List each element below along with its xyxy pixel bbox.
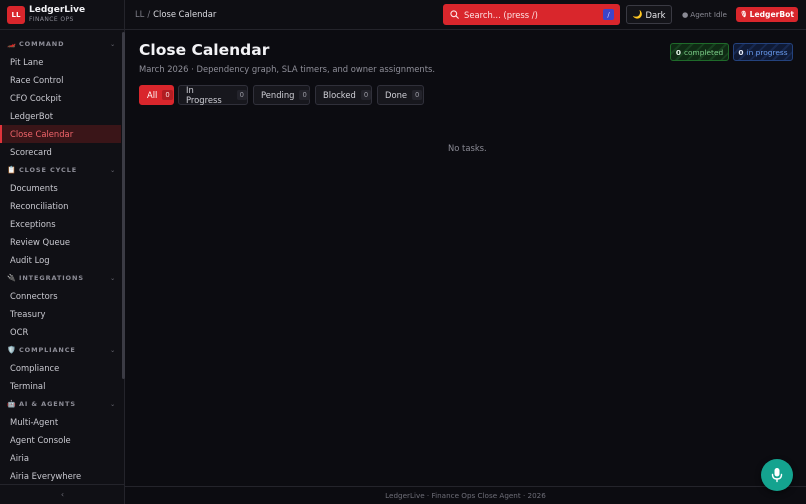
sidebar-item-documents[interactable]: Documents xyxy=(0,179,121,197)
sidebar-item-airia[interactable]: Airia xyxy=(0,449,121,467)
robot-icon: 🤖 xyxy=(7,400,17,408)
in-progress-badge: 0 in progress xyxy=(733,43,793,61)
sidebar-section-compliance[interactable]: 🛡️ COMPLIANCE ⌄ xyxy=(0,341,121,359)
ledgerbot-label: LedgerBot xyxy=(749,10,795,19)
chevron-down-icon: ⌄ xyxy=(110,346,116,354)
filter-tab-pending[interactable]: Pending 0 xyxy=(253,85,310,105)
footer: LedgerLive · Finance Ops Close Agent · 2… xyxy=(125,486,806,504)
sidebar-section-close-cycle[interactable]: 📋 CLOSE CYCLE ⌄ xyxy=(0,161,121,179)
sidebar-section-title: COMPLIANCE xyxy=(19,346,76,354)
sidebar-item-scorecard[interactable]: Scorecard xyxy=(0,143,121,161)
brand-logo: LL xyxy=(7,5,25,24)
page-title: Close Calendar xyxy=(139,41,270,59)
sidebar-section-title: AI & AGENTS xyxy=(19,400,76,408)
plug-icon: 🔌 xyxy=(7,274,17,282)
search-icon xyxy=(450,10,459,19)
brand-subtitle: FINANCE OPS xyxy=(29,16,74,23)
breadcrumb-root[interactable]: LL xyxy=(135,9,144,19)
sidebar: LL LedgerLive FINANCE OPS 🏎️ COMMAND ⌄ Pit … xyxy=(0,0,125,504)
chevron-down-icon: ⌄ xyxy=(110,166,116,174)
sidebar-item-connectors[interactable]: Connectors xyxy=(0,287,121,305)
search-shortcut-key: / xyxy=(603,9,614,20)
sidebar-item-race-control[interactable]: Race Control xyxy=(0,71,121,89)
race-car-icon: 🏎️ xyxy=(7,40,17,48)
search-placeholder: Search... (press /) xyxy=(464,9,538,20)
theme-label: Dark xyxy=(645,9,666,20)
filter-count: 0 xyxy=(162,90,173,100)
clipboard-icon: 📋 xyxy=(7,166,17,174)
filter-count: 0 xyxy=(299,90,310,100)
filter-label: In Progress xyxy=(186,85,222,105)
ledgerbot-button[interactable]: 🎙 LedgerBot xyxy=(736,7,798,22)
completed-badge: 0 completed xyxy=(670,43,729,61)
breadcrumb-current: Close Calendar xyxy=(153,9,217,19)
sidebar-item-terminal[interactable]: Terminal xyxy=(0,377,121,395)
sidebar-section-title: COMMAND xyxy=(19,40,65,48)
sidebar-item-ledgerbot[interactable]: LedgerBot xyxy=(0,107,121,125)
microphone-icon: 🎙 xyxy=(739,11,748,18)
filter-tab-done[interactable]: Done 0 xyxy=(377,85,424,105)
sidebar-item-close-calendar[interactable]: Close Calendar xyxy=(0,125,121,143)
in-progress-label: in progress xyxy=(746,47,788,57)
shield-icon: 🛡️ xyxy=(7,346,17,354)
filter-count: 0 xyxy=(412,90,423,100)
filter-tab-blocked[interactable]: Blocked 0 xyxy=(315,85,372,105)
brand-name: LedgerLive xyxy=(29,5,86,15)
page-subtitle: March 2026 · Dependency graph, SLA timer… xyxy=(139,64,436,74)
filter-tab-in-progress[interactable]: In Progress 0 xyxy=(178,85,248,105)
sidebar-section-ai-and-agents[interactable]: 🤖 AI & AGENTS ⌄ xyxy=(0,395,121,413)
chevron-down-icon: ⌄ xyxy=(110,40,116,48)
sidebar-item-audit-log[interactable]: Audit Log xyxy=(0,251,121,269)
filter-label: Pending xyxy=(261,90,295,100)
sidebar-item-pit-lane[interactable]: Pit Lane xyxy=(0,53,121,71)
status-dot-icon: ● xyxy=(682,10,689,19)
sidebar-item-multi-agent[interactable]: Multi-Agent xyxy=(0,413,121,431)
sidebar-item-agent-console[interactable]: Agent Console xyxy=(0,431,121,449)
collapse-sidebar-button[interactable]: ‹ xyxy=(0,484,125,504)
sidebar-item-airia-everywhere[interactable]: Airia Everywhere xyxy=(0,467,121,485)
sidebar-item-exceptions[interactable]: Exceptions xyxy=(0,215,121,233)
sidebar-section-command[interactable]: 🏎️ COMMAND ⌄ xyxy=(0,35,121,53)
theme-toggle-button[interactable]: 🌙 Dark xyxy=(626,5,672,24)
chevron-down-icon: ⌄ xyxy=(110,274,116,282)
brand[interactable]: LL LedgerLive FINANCE OPS xyxy=(0,0,124,30)
search-input[interactable]: Search... (press /) / xyxy=(443,4,620,25)
sidebar-nav: 🏎️ COMMAND ⌄ Pit Lane Race Control CFO Cockpi… xyxy=(0,35,121,485)
sidebar-item-compliance[interactable]: Compliance xyxy=(0,359,121,377)
filter-count: 0 xyxy=(236,90,247,100)
breadcrumb: LL / Close Calendar xyxy=(135,9,216,19)
sidebar-section-integrations[interactable]: 🔌 INTEGRATIONS ⌄ xyxy=(0,269,121,287)
sidebar-item-treasury[interactable]: Treasury xyxy=(0,305,121,323)
footer-text: LedgerLive · Finance Ops Close Agent · 2… xyxy=(385,491,546,500)
filter-label: Done xyxy=(385,90,408,100)
chevron-left-icon: ‹ xyxy=(60,490,65,499)
agent-status: ● Agent Idle xyxy=(682,10,727,19)
breadcrumb-separator: / xyxy=(147,9,151,19)
top-bar: LL / Close Calendar Search... (press /) / … xyxy=(125,0,806,30)
sidebar-item-reconciliation[interactable]: Reconciliation xyxy=(0,197,121,215)
chevron-down-icon: ⌄ xyxy=(110,400,116,408)
completed-label: completed xyxy=(683,47,724,57)
sidebar-section-title: INTEGRATIONS xyxy=(19,274,84,282)
sidebar-item-cfo-cockpit[interactable]: CFO Cockpit xyxy=(0,89,121,107)
sidebar-item-review-queue[interactable]: Review Queue xyxy=(0,233,121,251)
filter-label: Blocked xyxy=(323,90,356,100)
sidebar-section-title: CLOSE CYCLE xyxy=(19,166,78,174)
empty-state: No tasks. xyxy=(448,143,487,153)
sidebar-item-ocr[interactable]: OCR xyxy=(0,323,121,341)
filter-count: 0 xyxy=(360,90,372,100)
sidebar-scrollbar[interactable] xyxy=(122,32,125,379)
microphone-icon xyxy=(771,468,783,483)
in-progress-count: 0 xyxy=(738,47,744,57)
voice-assistant-button[interactable] xyxy=(761,459,793,491)
agent-status-label: Agent Idle xyxy=(690,10,727,19)
completed-count: 0 xyxy=(675,47,681,57)
moon-icon: 🌙 xyxy=(632,10,643,19)
filter-tab-all[interactable]: All 0 xyxy=(139,85,174,105)
filter-label: All xyxy=(147,90,158,100)
